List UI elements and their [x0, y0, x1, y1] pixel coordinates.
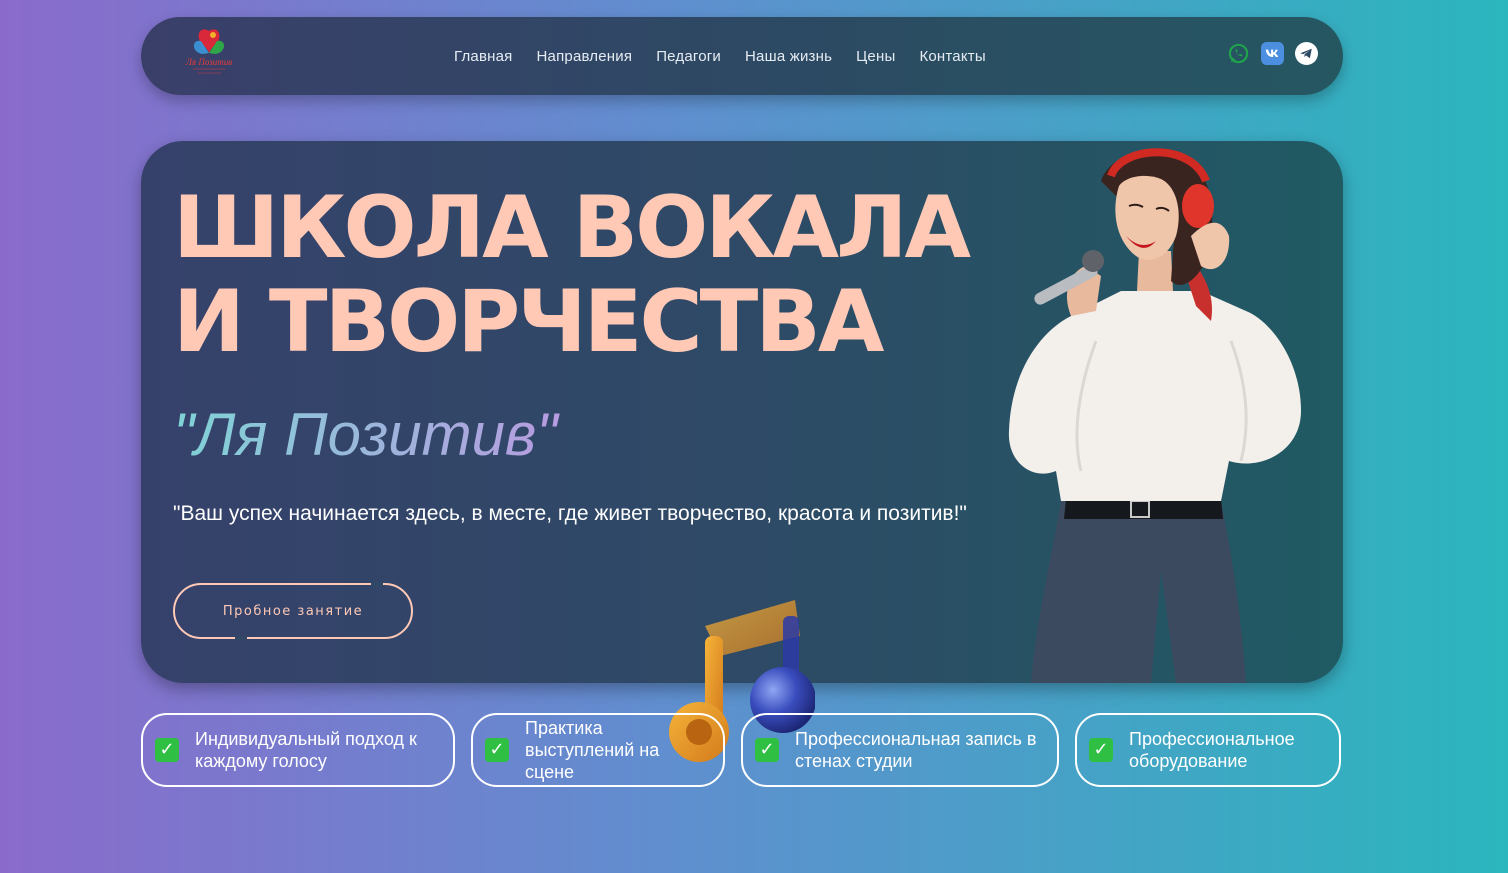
- nav-item-teachers[interactable]: Педагоги: [656, 48, 721, 65]
- hero-tagline: "Ваш успех начинается здесь, в месте, гд…: [173, 502, 967, 525]
- trial-lesson-button[interactable]: Пробное занятие: [173, 582, 413, 640]
- checkmark-icon: ✓: [1089, 738, 1113, 762]
- vk-icon[interactable]: [1261, 42, 1284, 65]
- feature-card: ✓ Профессиональная запись в стенах студи…: [741, 713, 1059, 787]
- telegram-icon[interactable]: [1295, 42, 1318, 65]
- checkmark-icon: ✓: [485, 738, 509, 762]
- singer-photo: [1008, 148, 1301, 683]
- hero-title: ШКОЛА ВОКАЛА И ТВОРЧЕСТВА: [173, 181, 973, 369]
- whatsapp-icon[interactable]: [1227, 42, 1250, 65]
- button-decoration: [235, 635, 247, 640]
- checkmark-icon: ✓: [155, 738, 179, 762]
- nav-item-contacts[interactable]: Контакты: [919, 48, 985, 65]
- feature-text: Индивидуальный подход к каждому голосу: [195, 729, 417, 771]
- main-nav: Главная Направления Педагоги Наша жизнь …: [454, 17, 986, 95]
- feature-text: Практика выступлений на сцене: [525, 718, 660, 782]
- social-links: [1227, 42, 1318, 65]
- feature-card: ✓ Практика выступлений на сцене: [471, 713, 725, 787]
- feature-card: ✓ Индивидуальный подход к каждому голосу: [141, 713, 455, 787]
- trial-lesson-button-label: Пробное занятие: [222, 603, 364, 619]
- feature-card: ✓ Профессиональное оборудование: [1075, 713, 1341, 787]
- brand-name-gradient-text: "Ля Позитив": [173, 401, 560, 468]
- hero-title-line-2: И ТВОРЧЕСТВА: [173, 272, 884, 372]
- nav-item-our-life[interactable]: Наша жизнь: [745, 48, 832, 65]
- button-decoration: [371, 582, 383, 587]
- logo-image: Ля Позитив: [185, 29, 232, 74]
- feature-text: Профессиональное оборудование: [1129, 729, 1295, 771]
- nav-item-directions[interactable]: Направления: [537, 48, 633, 65]
- svg-text:"Ля Позитив": "Ля Позитив": [173, 401, 560, 468]
- nav-item-prices[interactable]: Цены: [856, 48, 895, 65]
- hero-title-line-1: ШКОЛА ВОКАЛА: [173, 178, 971, 278]
- svg-text:Ля Позитив: Ля Позитив: [185, 57, 232, 67]
- site-header: Ля Позитив Главная Направления Педагоги …: [141, 17, 1343, 95]
- brand-name: "Ля Позитив": [173, 399, 593, 486]
- site-logo[interactable]: Ля Позитив: [179, 25, 239, 83]
- checkmark-icon: ✓: [755, 738, 779, 762]
- feature-text: Профессиональная запись в стенах студии: [795, 729, 1037, 771]
- features-row: ✓ Индивидуальный подход к каждому голосу…: [0, 713, 1508, 787]
- nav-item-home[interactable]: Главная: [454, 48, 513, 65]
